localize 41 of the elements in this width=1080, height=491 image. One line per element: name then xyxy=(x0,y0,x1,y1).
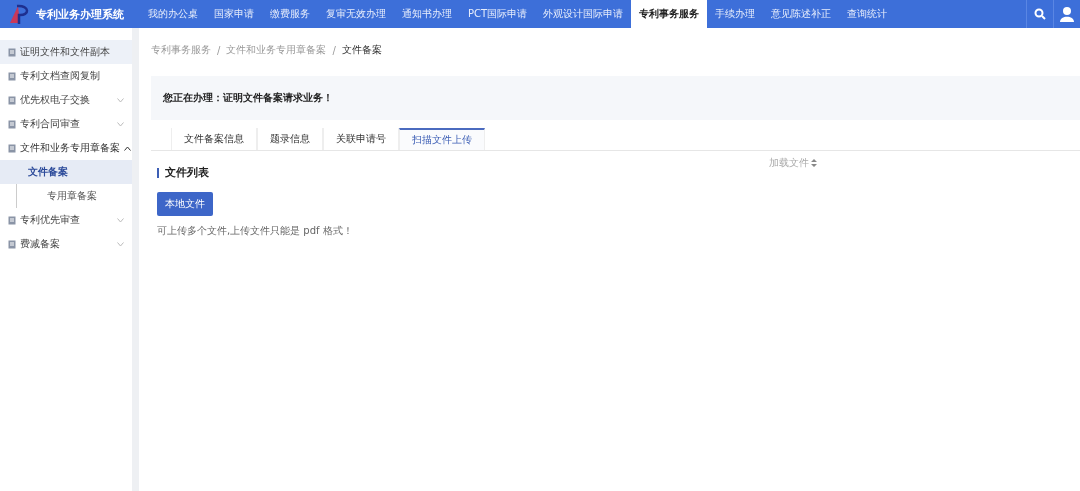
document-icon xyxy=(8,95,16,105)
sidebar-subitem[interactable]: 专用章备案 xyxy=(16,184,132,208)
upload-button[interactable]: 本地文件 xyxy=(157,192,213,216)
sidebar-item[interactable]: 专利文档查阅复制 xyxy=(0,64,132,88)
breadcrumb-separator: / xyxy=(217,44,221,56)
document-icon xyxy=(8,119,16,129)
document-icon xyxy=(8,143,16,153)
nav-tab[interactable]: PCT国际申请 xyxy=(460,0,536,28)
search-icon xyxy=(1034,8,1046,20)
nav-tab[interactable]: 我的办公桌 xyxy=(140,0,206,28)
sort-icon xyxy=(811,158,817,167)
nav-tab[interactable]: 专利事务服务 xyxy=(631,0,708,28)
upload-hint: 可上传多个文件,上传文件只能是 pdf 格式！ xyxy=(157,224,354,238)
user-icon xyxy=(1059,6,1075,22)
nav-tab[interactable]: 国家申请 xyxy=(206,0,262,28)
tab[interactable]: 题录信息 xyxy=(257,128,323,150)
sidebar-item[interactable]: 专利优先审查 xyxy=(0,208,132,232)
sidebar-item[interactable]: 优先权电子交换 xyxy=(0,88,132,112)
breadcrumb-item: 文件备案 xyxy=(341,43,382,57)
document-icon xyxy=(8,71,16,81)
section-title: 文件列表 xyxy=(165,165,209,180)
nav-tab[interactable]: 通知书办理 xyxy=(394,0,460,28)
document-icon xyxy=(8,47,16,57)
notice-text: 您正在办理：证明文件备案请求业务！ xyxy=(163,91,333,105)
nav-tab[interactable]: 查询统计 xyxy=(839,0,896,28)
sidebar-item[interactable]: 证明文件和文件副本 xyxy=(0,40,132,64)
tab[interactable]: 扫描文件上传 xyxy=(399,128,485,150)
document-icon xyxy=(8,239,16,249)
nav-tab[interactable]: 复审无效办理 xyxy=(318,0,394,28)
sidebar-subitem[interactable]: 文件备案 xyxy=(0,160,132,184)
sidebar-item[interactable]: 费减备案 xyxy=(0,232,132,256)
nav-tab[interactable]: 意见陈述补正 xyxy=(763,0,840,28)
sidebar-item[interactable]: 文件和业务专用章备案 xyxy=(0,136,132,160)
breadcrumb-separator: / xyxy=(332,44,336,56)
nav-tab[interactable]: 外观设计国际申请 xyxy=(535,0,632,28)
nav-tab[interactable]: 缴费服务 xyxy=(262,0,318,28)
document-icon xyxy=(8,215,16,225)
nav-tab[interactable]: 手续办理 xyxy=(707,0,764,28)
app-title: 专利业务办理系统 xyxy=(36,6,124,22)
sidebar-item[interactable]: 专利合同审查 xyxy=(0,112,132,136)
tab[interactable]: 文件备案信息 xyxy=(171,128,257,150)
